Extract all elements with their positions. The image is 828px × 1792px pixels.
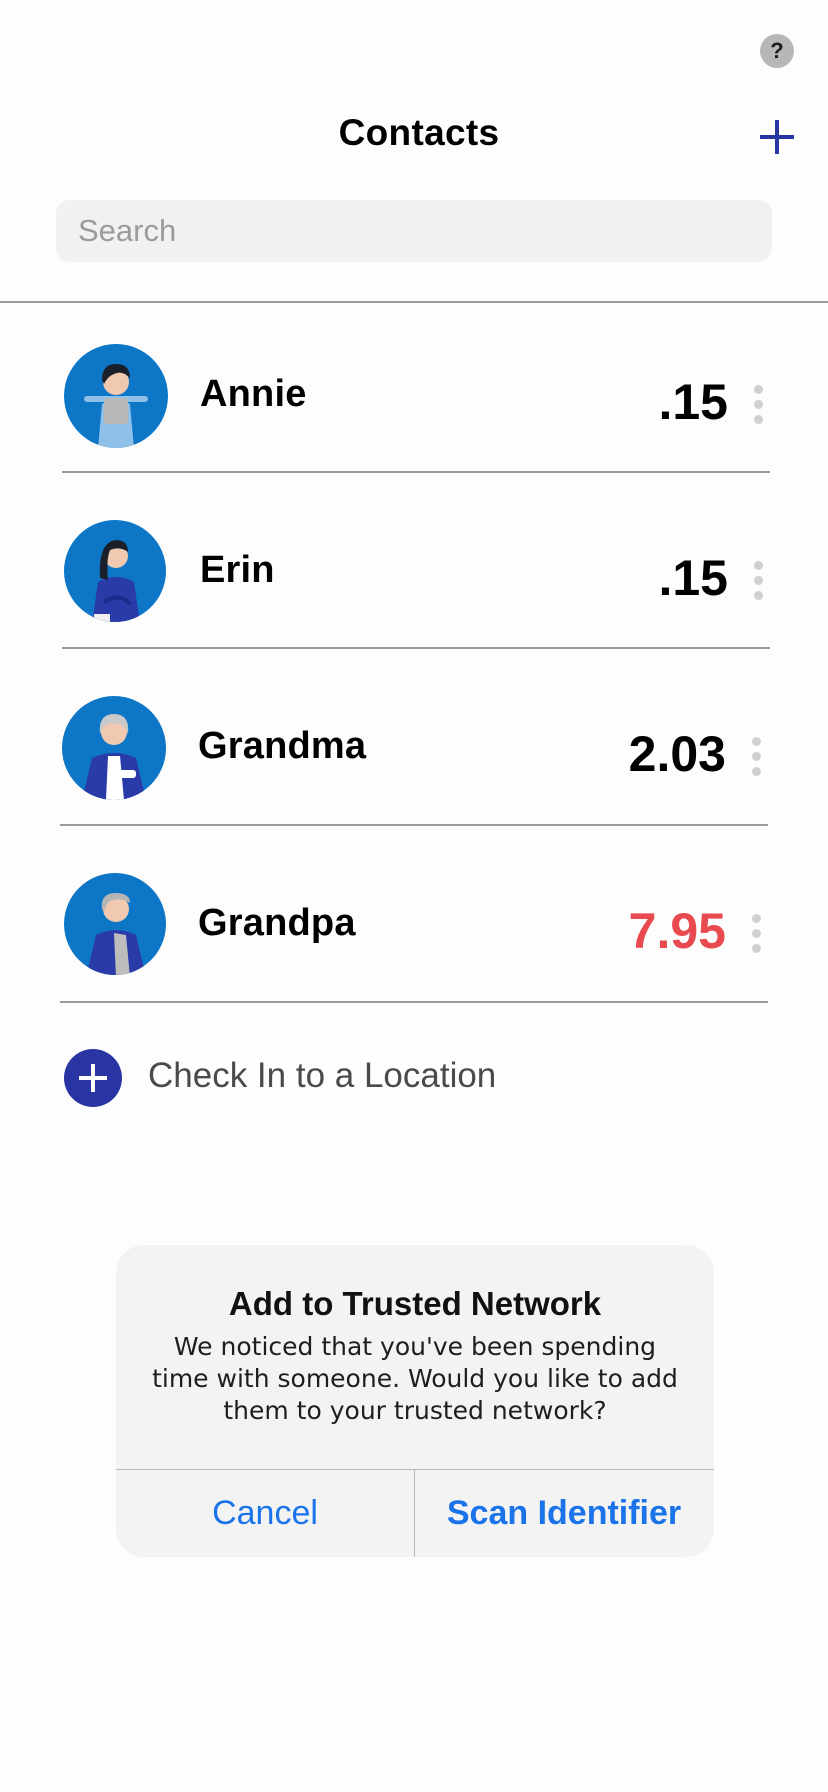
avatar-annie [64, 344, 168, 448]
avatar-erin [64, 520, 166, 622]
check-in-button[interactable]: Check In to a Location [148, 1056, 496, 1096]
avatar-grandpa [64, 873, 166, 975]
trusted-network-dialog: Add to Trusted Network We noticed that y… [116, 1245, 714, 1557]
more-options-icon[interactable] [750, 737, 762, 777]
search-input[interactable]: Search [56, 200, 772, 262]
dialog-title: Add to Trusted Network [228, 1285, 602, 1322]
divider [62, 647, 770, 649]
contact-score: .15 [658, 374, 728, 430]
more-options-icon[interactable] [752, 561, 764, 601]
contact-row-erin[interactable]: Erin .15 [0, 479, 828, 655]
scan-identifier-button[interactable]: Scan Identifier [415, 1470, 713, 1557]
contact-row-annie[interactable]: Annie .15 [0, 303, 828, 479]
divider [62, 471, 770, 473]
contact-score-alert: 7.95 [628, 903, 726, 959]
cancel-button[interactable]: Cancel [116, 1470, 414, 1557]
help-button[interactable]: ? [760, 34, 794, 68]
more-options-icon[interactable] [752, 385, 764, 425]
divider [60, 1001, 768, 1003]
plus-circle-icon[interactable] [64, 1049, 122, 1107]
contact-row-grandpa[interactable]: Grandpa 7.95 [0, 832, 828, 1008]
contact-name: Grandma [198, 725, 367, 767]
avatar-grandma [62, 696, 166, 800]
page-title: Contacts [338, 112, 500, 153]
contact-name: Grandpa [198, 902, 356, 944]
more-options-icon[interactable] [750, 914, 762, 954]
contact-row-grandma[interactable]: Grandma 2.03 [0, 655, 828, 831]
contact-score: .15 [658, 550, 728, 606]
contact-score: 2.03 [628, 726, 726, 782]
contact-name: Erin [200, 549, 275, 591]
divider [60, 824, 768, 826]
dialog-message: We noticed that you've been spending tim… [152, 1332, 678, 1425]
contact-name: Annie [200, 373, 307, 415]
add-contact-button[interactable] [758, 118, 796, 156]
plus-icon [760, 120, 794, 154]
